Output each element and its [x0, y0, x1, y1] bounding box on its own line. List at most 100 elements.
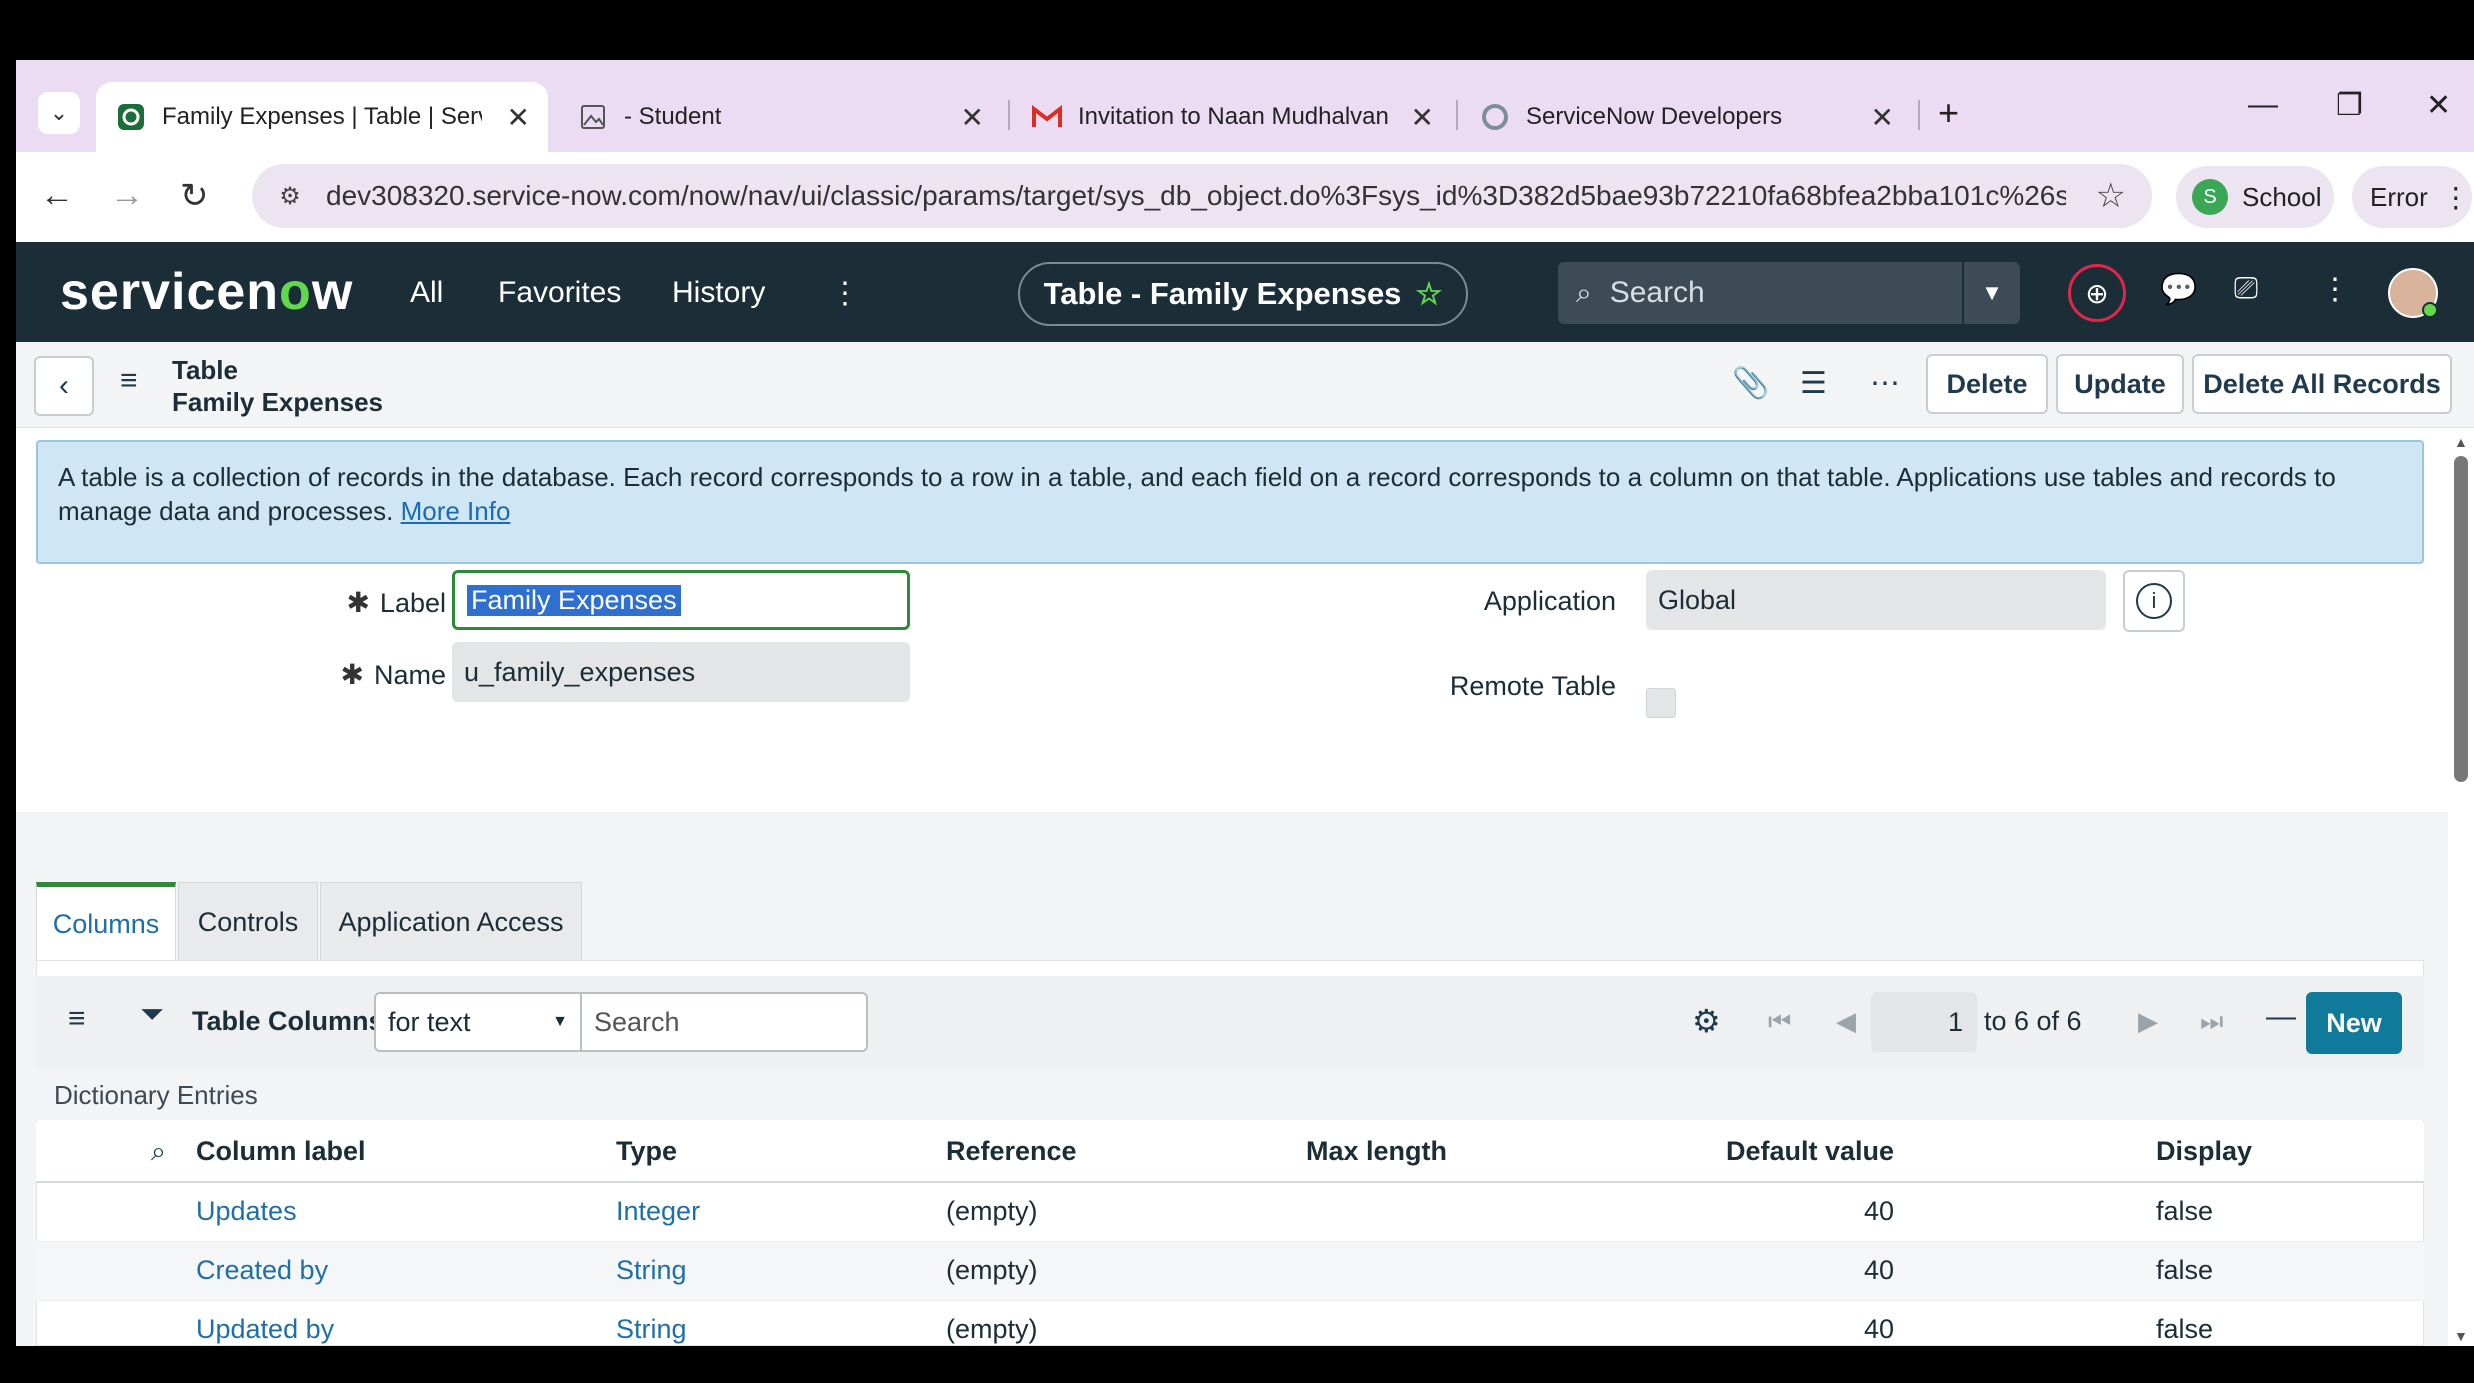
name-input[interactable]: u_family_expenses: [452, 642, 910, 702]
favorite-star-icon[interactable]: ☆: [1415, 277, 1442, 312]
more-info-link[interactable]: More Info: [401, 496, 511, 526]
collapse-list-icon[interactable]: —: [2266, 1000, 2296, 1034]
cell-column-label[interactable]: Updates: [196, 1182, 616, 1242]
attachment-icon[interactable]: 📎: [1732, 366, 1769, 401]
presence-dot: [2422, 302, 2438, 318]
cell-reference: (empty): [946, 1300, 1306, 1346]
update-button[interactable]: Update: [2056, 354, 2184, 414]
back-button[interactable]: ‹: [34, 356, 94, 416]
page-range-text: to 6 of 6: [1984, 1006, 2082, 1036]
profile-button[interactable]: S School: [2176, 166, 2334, 228]
new-tab-plus-icon[interactable]: +: [1938, 92, 1959, 134]
reload-icon[interactable]: ↻: [180, 176, 209, 216]
application-info-button[interactable]: i: [2123, 570, 2185, 632]
more-options-icon[interactable]: ⋮: [2320, 272, 2350, 307]
column-header-default-value[interactable]: Default value: [1726, 1122, 2156, 1183]
window-close-icon[interactable]: ✕: [2426, 88, 2451, 123]
close-icon[interactable]: ✕: [961, 101, 984, 134]
chevron-down-icon: ⌄: [49, 100, 69, 125]
list-menu-icon[interactable]: ≡: [68, 1002, 86, 1036]
nav-all[interactable]: All: [410, 276, 443, 310]
previous-page-icon[interactable]: ◀: [1836, 1006, 1856, 1037]
application-input[interactable]: Global: [1646, 570, 2106, 630]
search-placeholder: Search: [594, 1006, 680, 1037]
close-icon[interactable]: ✕: [1871, 101, 1894, 134]
page-number-input[interactable]: 1: [1871, 992, 1977, 1052]
globe-icon[interactable]: ⊕: [2068, 264, 2126, 322]
last-page-icon[interactable]: ⏭: [2200, 1006, 2223, 1038]
restore-icon[interactable]: ❐: [2336, 88, 2363, 123]
cell-column-label[interactable]: Created by: [196, 1241, 616, 1301]
tab-controls[interactable]: Controls: [178, 882, 318, 962]
impersonate-icon[interactable]: ⎚: [2234, 272, 2258, 306]
url-omnibox[interactable]: ⚙ dev308320.service-now.com/now/nav/ui/c…: [252, 164, 2152, 228]
table-row[interactable]: Created by String (empty) 40 false: [36, 1241, 2424, 1301]
close-icon[interactable]: ✕: [1411, 101, 1434, 134]
column-search-icon[interactable]: ⌕: [151, 1136, 166, 1166]
remote-table-checkbox[interactable]: [1646, 688, 1676, 718]
close-icon[interactable]: ✕: [507, 101, 530, 134]
url-text[interactable]: dev308320.service-now.com/now/nav/ui/cla…: [326, 180, 2066, 212]
next-page-icon[interactable]: ▶: [2138, 1006, 2158, 1037]
column-header-label[interactable]: Column label: [196, 1122, 616, 1183]
error-button[interactable]: Error ⋮: [2352, 166, 2472, 228]
nav-history[interactable]: History: [672, 276, 765, 310]
scrollbar-thumb[interactable]: [2454, 456, 2468, 782]
table-row[interactable]: Updates Integer (empty) 40 false: [36, 1182, 2424, 1242]
tab-application-access[interactable]: Application Access: [320, 882, 582, 962]
delete-button[interactable]: Delete: [1926, 354, 2048, 414]
scroll-down-icon[interactable]: ▼: [2454, 1328, 2468, 1344]
label-input[interactable]: Family Expenses: [452, 570, 910, 630]
browser-tab-servicenow-developers[interactable]: ServiceNow Developers ✕: [1460, 86, 1912, 148]
application-value: Global: [1658, 584, 1737, 615]
servicenow-logo[interactable]: servicenow: [60, 262, 353, 322]
context-title-pill[interactable]: Table - Family Expenses ☆: [1018, 262, 1468, 326]
cell-type[interactable]: String: [616, 1300, 946, 1346]
filter-icon[interactable]: ⏷: [140, 998, 164, 1032]
form-menu-icon[interactable]: ≡: [120, 364, 138, 398]
list-search-input[interactable]: Search: [582, 992, 868, 1052]
table-row[interactable]: Updated by String (empty) 40 false: [36, 1300, 2424, 1346]
list-settings-gear-icon[interactable]: ⚙: [1692, 1002, 1721, 1040]
search-scope-dropdown[interactable]: ▼: [1964, 262, 2020, 324]
remote-table-label: Remote Table: [1449, 671, 1616, 701]
back-arrow-icon[interactable]: ←: [40, 176, 74, 215]
tab-columns[interactable]: Columns: [36, 882, 176, 962]
cell-display: false: [2156, 1300, 2424, 1346]
search-field-select[interactable]: for text ▼: [374, 992, 582, 1052]
label-value: Family Expenses: [467, 584, 681, 616]
name-value: u_family_expenses: [464, 656, 696, 687]
forward-arrow-icon[interactable]: →: [110, 176, 144, 215]
nav-favorites[interactable]: Favorites: [498, 276, 621, 310]
chat-icon[interactable]: 💬: [2160, 272, 2197, 307]
new-button[interactable]: New: [2306, 992, 2402, 1054]
nav-more-icon[interactable]: ⋮: [830, 276, 860, 311]
tab-separator: [1008, 100, 1010, 130]
browser-tab-student[interactable]: - Student ✕: [558, 86, 1002, 148]
bookmark-star-icon[interactable]: ☆: [2096, 176, 2126, 216]
cell-column-label[interactable]: Updated by: [196, 1300, 616, 1346]
personalize-icon[interactable]: ☰: [1800, 366, 1827, 401]
cell-display: false: [2156, 1241, 2424, 1301]
column-header-type[interactable]: Type: [616, 1122, 946, 1183]
required-asterisk-icon: ✱: [346, 587, 370, 618]
site-settings-icon[interactable]: ⚙: [272, 178, 308, 214]
browser-tab-invitation[interactable]: Invitation to Naan Mudhalvan - ✕: [1012, 86, 1452, 148]
user-avatar[interactable]: [2388, 268, 2438, 318]
more-actions-icon[interactable]: ⋯: [1870, 366, 1900, 401]
global-search-input[interactable]: ⌕ Search: [1558, 262, 1962, 324]
browser-tab-family-expenses[interactable]: Family Expenses | Table | Servic ✕: [96, 82, 548, 152]
vertical-scrollbar[interactable]: ▲ ▼: [2448, 428, 2474, 1346]
servicenow-icon: [1480, 102, 1510, 132]
cell-type[interactable]: Integer: [616, 1182, 946, 1242]
minimize-icon[interactable]: —: [2248, 88, 2278, 122]
column-header-max-length[interactable]: Max length: [1306, 1122, 1726, 1183]
tab-search-button[interactable]: ⌄: [38, 92, 80, 134]
first-page-icon[interactable]: ⏮: [1768, 1006, 1791, 1038]
cell-type[interactable]: String: [616, 1241, 946, 1301]
column-header-reference[interactable]: Reference: [946, 1122, 1306, 1183]
delete-all-records-button[interactable]: Delete All Records: [2192, 354, 2452, 414]
column-header-display[interactable]: Display: [2156, 1122, 2424, 1183]
scroll-up-icon[interactable]: ▲: [2454, 434, 2468, 450]
profile-label: School: [2242, 181, 2322, 212]
